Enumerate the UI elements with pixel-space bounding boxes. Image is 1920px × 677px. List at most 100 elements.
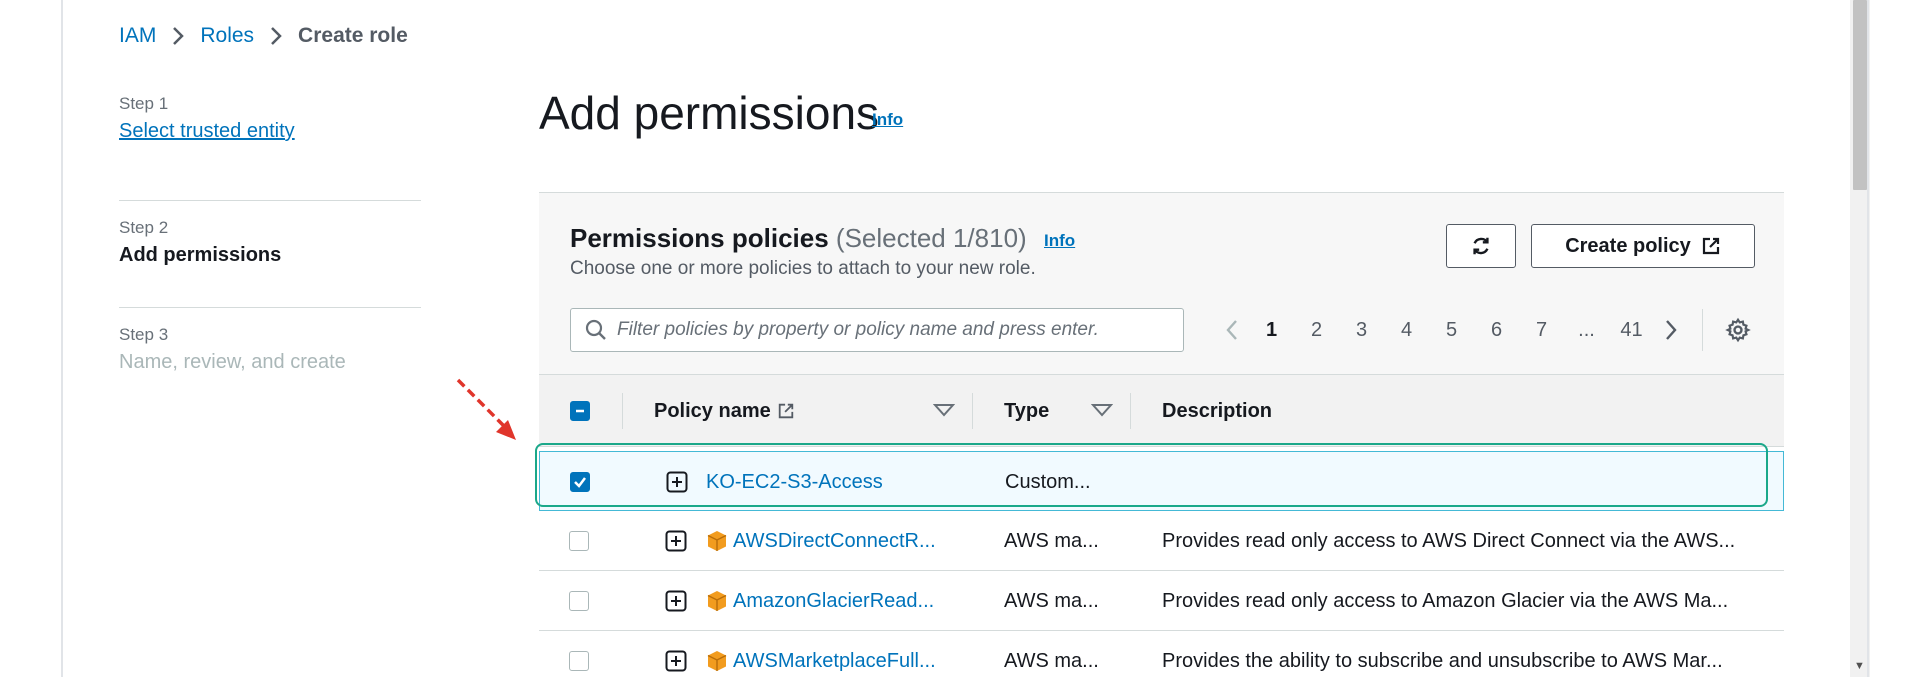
row-select-cell[interactable] (569, 511, 589, 571)
page-info-link[interactable]: Info (872, 110, 903, 130)
table-header: Policy name Type Description (539, 375, 1784, 447)
column-separator (972, 393, 973, 429)
description-cell: Provides read only access to Amazon Glac… (1162, 589, 1729, 612)
column-label: Policy name (654, 399, 771, 422)
create-policy-button[interactable]: Create policy (1531, 224, 1755, 268)
breadcrumb: IAM Roles Create role (119, 24, 408, 48)
page-2[interactable]: 2 (1294, 319, 1339, 342)
breadcrumb-iam[interactable]: IAM (119, 24, 156, 48)
page-7[interactable]: 7 (1519, 319, 1564, 342)
row-select-cell[interactable] (569, 631, 589, 677)
breadcrumb-roles[interactable]: Roles (200, 24, 254, 48)
panel-description: Choose one or more policies to attach to… (570, 258, 1036, 279)
chevron-right-icon (156, 24, 200, 48)
column-header-policy-name[interactable]: Policy name (654, 375, 795, 447)
chevron-right-icon[interactable] (1654, 318, 1688, 342)
type-cell: AWS ma... (1004, 529, 1099, 552)
checkbox-indeterminate-icon[interactable] (570, 401, 590, 421)
column-separator (1130, 393, 1131, 429)
row-select-cell[interactable] (569, 571, 589, 631)
column-header-type[interactable]: Type (1004, 375, 1049, 447)
search-field[interactable] (570, 308, 1184, 352)
aws-managed-box-icon (705, 589, 729, 613)
step-title-name-review-create: Name, review, and create (119, 351, 346, 373)
scrollbar-thumb[interactable] (1853, 0, 1867, 190)
panel-info-link[interactable]: Info (1044, 231, 1075, 251)
page-3[interactable]: 3 (1339, 319, 1384, 342)
expand-plus-icon[interactable] (665, 650, 687, 672)
step-link-select-trusted-entity[interactable]: Select trusted entity (119, 120, 421, 143)
table-row[interactable]: AWSMarketplaceFull... AWS ma... Provides… (539, 631, 1784, 677)
type-cell: Custom... (1005, 470, 1091, 493)
policy-name-cell: KO-EC2-S3-Access (706, 452, 966, 512)
step-number: Step 3 (119, 325, 169, 344)
description-cell: Provides read only access to AWS Direct … (1162, 529, 1736, 552)
step-title-add-permissions: Add permissions (119, 244, 282, 266)
type-cell: AWS ma... (1004, 649, 1099, 672)
policy-name-cell: AWSDirectConnectR... (705, 511, 985, 571)
external-link-icon (778, 403, 793, 419)
table-row[interactable]: AWSDirectConnectR... AWS ma... Provides … (539, 511, 1784, 571)
page-6[interactable]: 6 (1474, 319, 1519, 342)
panel-title: Permissions policies (Selected 1/810) (570, 223, 1027, 254)
chevron-right-icon (254, 24, 298, 48)
search-input[interactable] (617, 319, 1177, 341)
settings-gear-icon[interactable] (1725, 317, 1751, 343)
policy-name-link[interactable]: KO-EC2-S3-Access (706, 471, 883, 494)
checkbox-unchecked-icon[interactable] (569, 591, 589, 611)
expand-plus-icon[interactable] (665, 590, 687, 612)
red-arrow-annotation-icon (456, 378, 516, 440)
policy-name-link[interactable]: AWSMarketplaceFull... (733, 650, 936, 673)
page-41[interactable]: 41 (1609, 319, 1654, 342)
step-number: Step 2 (119, 218, 169, 237)
column-header-description: Description (1162, 399, 1273, 422)
search-icon (585, 319, 606, 340)
description-cell (1163, 452, 1763, 512)
breadcrumb-current: Create role (298, 24, 408, 47)
page-4[interactable]: 4 (1384, 319, 1429, 342)
table-row[interactable]: AmazonGlacierRead... AWS ma... Provides … (539, 571, 1784, 631)
chevron-left-icon[interactable] (1215, 318, 1249, 342)
page-title: Add permissions (539, 87, 880, 139)
step-2: Step 2 Add permissions (119, 201, 421, 308)
table-row[interactable]: KO-EC2-S3-Access Custom... (539, 451, 1784, 511)
panel-header: Permissions policies (Selected 1/810) In… (539, 193, 1784, 375)
refresh-button[interactable] (1446, 224, 1516, 268)
aws-managed-box-icon (705, 529, 729, 553)
create-policy-label: Create policy (1565, 234, 1691, 257)
permissions-policies-panel: Permissions policies (Selected 1/810) In… (539, 192, 1784, 677)
policy-name-cell: AmazonGlacierRead... (705, 571, 985, 631)
sort-caret-icon[interactable] (933, 403, 955, 417)
checkbox-unchecked-icon[interactable] (569, 651, 589, 671)
panel-title-text: Permissions policies (570, 223, 829, 253)
step-number: Step 1 (119, 94, 169, 113)
expand-plus-icon[interactable] (665, 530, 687, 552)
checkbox-unchecked-icon[interactable] (569, 531, 589, 551)
step-3: Step 3 Name, review, and create (119, 308, 421, 415)
select-all-cell[interactable] (570, 375, 590, 447)
wizard-steps: Step 1 Select trusted entity Step 2 Add … (119, 94, 421, 415)
content-left-border (61, 0, 63, 677)
row-select-cell[interactable] (570, 452, 590, 512)
column-separator (622, 393, 623, 429)
checkbox-checked-icon[interactable] (570, 472, 590, 492)
refresh-icon (1473, 237, 1489, 255)
aws-managed-box-icon (705, 649, 729, 673)
pagination: 1 2 3 4 5 6 7 ... 41 (1215, 309, 1751, 351)
policy-name-cell: AWSMarketplaceFull... (705, 631, 985, 677)
pagination-divider (1702, 309, 1703, 351)
policy-name-link[interactable]: AWSDirectConnectR... (733, 530, 936, 553)
type-cell: AWS ma... (1004, 589, 1099, 612)
step-1: Step 1 Select trusted entity (119, 94, 421, 201)
page-1[interactable]: 1 (1249, 319, 1294, 342)
policy-name-link[interactable]: AmazonGlacierRead... (733, 590, 934, 613)
page-5[interactable]: 5 (1429, 319, 1474, 342)
content-right-border (1867, 0, 1869, 677)
description-cell: Provides the ability to subscribe and un… (1162, 649, 1723, 672)
external-link-icon (1702, 237, 1719, 255)
page-ellipsis: ... (1578, 318, 1595, 341)
expand-plus-icon[interactable] (666, 471, 688, 493)
scroll-down-arrow-icon[interactable]: ▼ (1854, 660, 1865, 672)
sort-caret-icon[interactable] (1091, 403, 1113, 417)
selected-count: (Selected 1/810) (835, 223, 1027, 253)
